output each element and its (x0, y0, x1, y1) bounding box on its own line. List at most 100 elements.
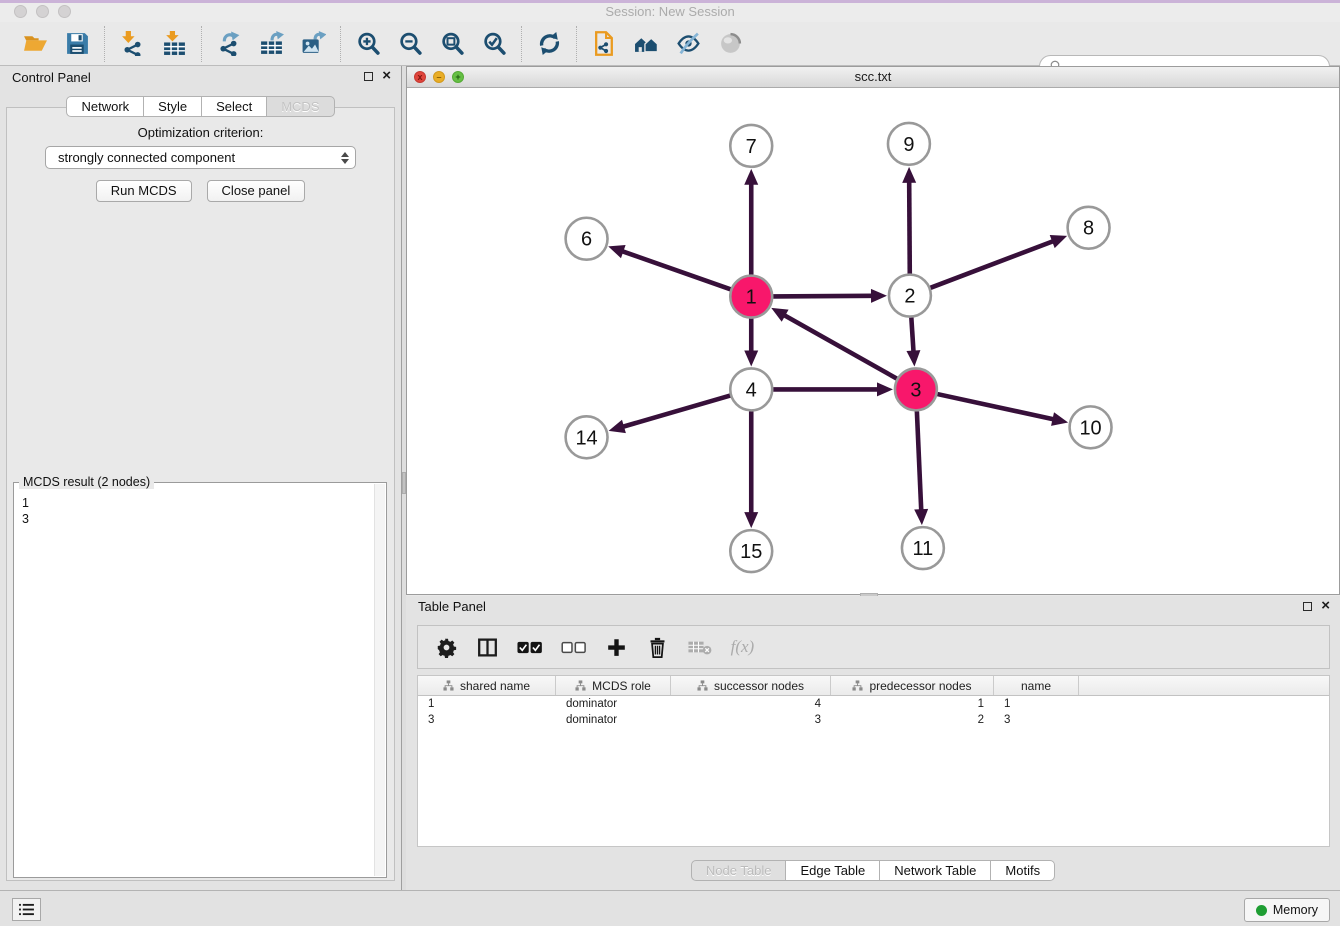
open-session-icon[interactable] (22, 31, 48, 57)
column-header-shared-name[interactable]: shared name (418, 676, 556, 695)
table-cell[interactable]: 3 (418, 712, 556, 728)
column-header-successor-nodes[interactable]: successor nodes (671, 676, 831, 695)
column-header-name[interactable]: name (994, 676, 1079, 695)
close-panel-button[interactable]: Close panel (207, 180, 306, 202)
tab-mcds[interactable]: MCDS (266, 96, 334, 117)
hide-selected-icon[interactable] (675, 31, 701, 57)
add-entry-icon[interactable] (606, 635, 628, 659)
mcds-result-lines: 13 (14, 483, 386, 527)
node-label: 9 (903, 134, 914, 156)
table-cell[interactable]: dominator (556, 712, 671, 728)
node-label: 6 (581, 229, 592, 251)
node-label: 11 (913, 538, 934, 560)
deselect-all-icon[interactable] (561, 635, 586, 659)
export-image-icon[interactable] (300, 31, 326, 57)
node-label: 7 (746, 136, 757, 158)
close-panel-icon[interactable]: × (382, 71, 391, 81)
graph-edge-1-6[interactable] (621, 251, 730, 289)
tab-edge-table[interactable]: Edge Table (785, 860, 880, 881)
edge-arrowhead (608, 245, 625, 258)
result-scrollbar[interactable] (374, 484, 385, 876)
column-hierarchy-icon (697, 680, 708, 691)
graphics-details-icon[interactable] (717, 31, 743, 57)
application-window: Session: New Session Control Panel × Net… (0, 0, 1340, 926)
toolbar-icon-groups (8, 26, 757, 62)
function-builder-icon: f(x) (731, 635, 755, 659)
mcds-result-title: MCDS result (2 nodes) (19, 475, 154, 489)
table-cell[interactable]: 1 (831, 696, 994, 712)
graph-edge-2-3[interactable] (911, 318, 913, 353)
refresh-layout-icon[interactable] (536, 31, 562, 57)
tab-select[interactable]: Select (201, 96, 267, 117)
tab-style[interactable]: Style (143, 96, 202, 117)
tab-motifs[interactable]: Motifs (990, 860, 1055, 881)
table-settings-icon[interactable] (435, 635, 457, 659)
graph-edge-2-9[interactable] (909, 181, 910, 274)
table-toolbar: f(x) (417, 625, 1330, 669)
table-panel-title: Table Panel (418, 599, 486, 614)
table-row[interactable]: 1dominator411 (418, 696, 1329, 712)
table-float-panel-icon[interactable] (1303, 602, 1312, 611)
network-graph[interactable]: 7968124314101511 (407, 89, 1339, 594)
graph-edge-4-14[interactable] (622, 396, 730, 427)
edge-arrowhead (744, 512, 758, 528)
table-close-panel-icon[interactable]: × (1321, 601, 1330, 611)
graph-edge-3-10[interactable] (937, 394, 1054, 419)
network-title: scc.txt (407, 69, 1339, 84)
control-panel-tabs: NetworkStyleSelectMCDS (0, 96, 401, 117)
mcds-result-box[interactable]: MCDS result (2 nodes) 13 (13, 482, 387, 878)
graph-edge-1-2[interactable] (773, 296, 873, 297)
column-header-predecessor-nodes[interactable]: predecessor nodes (831, 676, 994, 695)
table-cell[interactable]: 2 (831, 712, 994, 728)
tab-node-table[interactable]: Node Table (691, 860, 787, 881)
optimization-criterion-label: Optimization criterion: (7, 125, 394, 140)
tab-network[interactable]: Network (66, 96, 144, 117)
status-bar: Memory (0, 890, 1340, 926)
node-label: 4 (746, 379, 757, 401)
delete-table-icon (688, 635, 712, 659)
table-cell[interactable]: 3 (994, 712, 1079, 728)
zoom-out-icon[interactable] (397, 31, 423, 57)
float-panel-icon[interactable] (364, 72, 373, 81)
import-network-icon[interactable] (119, 31, 145, 57)
column-hierarchy-icon (575, 680, 586, 691)
edge-arrowhead (744, 350, 758, 366)
select-all-icon[interactable] (517, 635, 542, 659)
export-table-icon[interactable] (258, 31, 284, 57)
memory-button[interactable]: Memory (1244, 898, 1330, 922)
node-label: 1 (746, 287, 757, 309)
table-cell[interactable]: 3 (671, 712, 831, 728)
criterion-value: strongly connected component (58, 150, 341, 165)
table-cell[interactable]: 1 (418, 696, 556, 712)
result-line: 3 (22, 511, 386, 527)
session-title: Session: New Session (0, 4, 1340, 19)
zoom-in-icon[interactable] (355, 31, 381, 57)
zoom-fit-icon[interactable] (439, 31, 465, 57)
edge-arrowhead (906, 350, 920, 366)
table-cell[interactable]: dominator (556, 696, 671, 712)
run-mcds-button[interactable]: Run MCDS (96, 180, 192, 202)
first-neighbors-icon[interactable] (633, 31, 659, 57)
network-canvas[interactable]: 7968124314101511 (407, 89, 1339, 594)
network-window-titlebar[interactable]: x – + scc.txt (407, 67, 1339, 88)
task-history-button[interactable] (12, 898, 41, 921)
edge-arrowhead (871, 289, 887, 303)
split-view-icon[interactable] (476, 635, 498, 659)
graph-edge-3-11[interactable] (917, 411, 921, 511)
import-table-icon[interactable] (161, 31, 187, 57)
export-network-icon[interactable] (216, 31, 242, 57)
criterion-dropdown[interactable]: strongly connected component (45, 146, 356, 169)
tab-network-table[interactable]: Network Table (879, 860, 991, 881)
zoom-selected-icon[interactable] (481, 31, 507, 57)
table-cell[interactable]: 1 (994, 696, 1079, 712)
column-header-MCDS-role[interactable]: MCDS role (556, 676, 671, 695)
window-titlebar: Session: New Session (0, 3, 1340, 22)
delete-entry-icon[interactable] (647, 635, 669, 659)
table-row[interactable]: 3dominator323 (418, 712, 1329, 728)
graph-edge-3-1[interactable] (783, 315, 896, 379)
network-from-selection-icon[interactable] (591, 31, 617, 57)
mcds-panel: Optimization criterion: strongly connect… (6, 107, 395, 881)
graph-edge-2-8[interactable] (930, 241, 1054, 288)
table-cell[interactable]: 4 (671, 696, 831, 712)
save-session-icon[interactable] (64, 31, 90, 57)
